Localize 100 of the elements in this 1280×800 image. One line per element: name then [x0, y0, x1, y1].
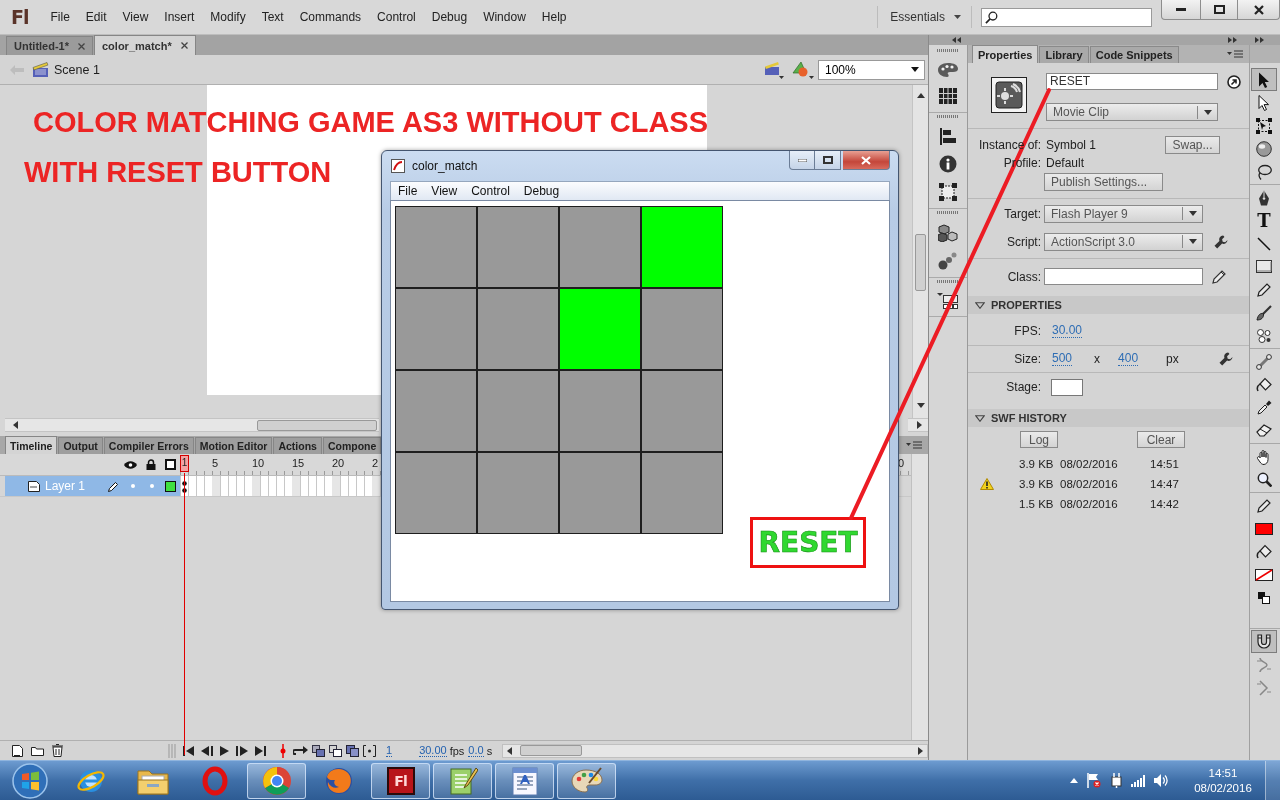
- game-tile[interactable]: [477, 206, 559, 288]
- taskbar-button[interactable]: Fl: [371, 762, 430, 799]
- scroll-down-icon[interactable]: [916, 403, 925, 408]
- menu-item[interactable]: Commands: [291, 10, 370, 24]
- menu-item[interactable]: Insert: [156, 10, 203, 24]
- shapes-icon[interactable]: [792, 60, 814, 79]
- minimize-button[interactable]: [1161, 0, 1201, 20]
- grip-icon[interactable]: [937, 115, 959, 118]
- onion-outline-icon[interactable]: [329, 744, 342, 757]
- game-tile[interactable]: [559, 370, 641, 452]
- clapperboard-icon[interactable]: [764, 60, 784, 79]
- game-tile[interactable]: [641, 206, 723, 288]
- frame-rate[interactable]: 30.00: [419, 744, 447, 757]
- menu-item[interactable]: Control: [369, 10, 424, 24]
- dot-icon[interactable]: [150, 484, 154, 488]
- show-desktop-button[interactable]: [1265, 761, 1280, 800]
- stage-color-swatch[interactable]: [1051, 378, 1083, 396]
- swatches-grid-icon[interactable]: [939, 88, 957, 104]
- speaker-icon[interactable]: [1154, 774, 1169, 787]
- taskbar-button[interactable]: [247, 762, 306, 799]
- scroll-up-icon[interactable]: [916, 93, 925, 98]
- scroll-left-icon[interactable]: [507, 746, 513, 755]
- trash-icon[interactable]: [52, 744, 63, 757]
- game-tile[interactable]: [641, 288, 723, 370]
- text-tool[interactable]: T: [1251, 209, 1277, 232]
- horizontal-scrollbar[interactable]: [908, 418, 928, 432]
- game-tile[interactable]: [477, 452, 559, 534]
- class-field[interactable]: [1044, 268, 1203, 285]
- outline-color-icon[interactable]: [165, 480, 176, 492]
- menu-item[interactable]: Modify: [202, 10, 254, 24]
- panel-menu-icon[interactable]: [906, 441, 922, 449]
- zoom-dropdown[interactable]: 100%: [818, 59, 925, 80]
- collapse-icon[interactable]: [952, 37, 961, 43]
- panel-tab[interactable]: Compone: [322, 437, 382, 454]
- panel-tab[interactable]: Timeline: [5, 436, 58, 454]
- align-icon[interactable]: [940, 128, 956, 145]
- vertical-scrollbar[interactable]: [912, 85, 928, 418]
- script-dropdown[interactable]: ActionScript 3.0: [1044, 232, 1203, 251]
- flag-icon[interactable]: [1087, 773, 1101, 788]
- menu-item[interactable]: File: [42, 10, 78, 24]
- wrench-icon[interactable]: [1218, 352, 1233, 366]
- swap-button[interactable]: Swap...: [1165, 136, 1220, 154]
- scroll-left-icon[interactable]: [13, 421, 18, 429]
- close-button[interactable]: [1238, 0, 1280, 20]
- panel-tab[interactable]: Motion Editor: [194, 437, 273, 454]
- menu-item[interactable]: Window: [475, 10, 534, 24]
- grip-icon[interactable]: [937, 280, 959, 283]
- power-plug-icon[interactable]: [1110, 773, 1122, 788]
- maximize-button[interactable]: [815, 151, 841, 170]
- symbol-type-dropdown[interactable]: Movie Clip: [1046, 103, 1218, 121]
- document-tab[interactable]: Untitled-1*: [6, 36, 93, 55]
- panel-tab[interactable]: Library: [1039, 46, 1089, 63]
- info-icon[interactable]: [939, 155, 957, 173]
- grip-icon[interactable]: [937, 49, 959, 52]
- signal-bars-icon[interactable]: [1131, 774, 1145, 787]
- onion-skin-icon[interactable]: [346, 744, 359, 757]
- expand-icon[interactable]: [1255, 37, 1264, 43]
- game-tile[interactable]: [477, 370, 559, 452]
- onion-skin-icon[interactable]: [312, 744, 325, 757]
- eye-icon[interactable]: [124, 460, 137, 469]
- scroll-thumb[interactable]: [520, 745, 583, 756]
- panel-tab[interactable]: Properties: [972, 45, 1039, 63]
- scroll-right-icon[interactable]: [917, 421, 922, 429]
- menu-item[interactable]: Debug: [423, 10, 476, 24]
- menu-item[interactable]: File: [391, 184, 425, 198]
- fps-value[interactable]: 30.00: [1052, 324, 1083, 338]
- new-folder-icon[interactable]: [31, 745, 44, 756]
- snap-toggle[interactable]: [1251, 630, 1277, 653]
- current-frame[interactable]: 1: [386, 744, 393, 757]
- target-dropdown[interactable]: Flash Player 9: [1044, 204, 1203, 223]
- section-title[interactable]: SWF HISTORY: [991, 412, 1067, 424]
- expand-icon[interactable]: [1228, 37, 1237, 43]
- new-layer-icon[interactable]: [12, 744, 23, 757]
- last-frame-icon[interactable]: [255, 745, 266, 756]
- publish-settings-button[interactable]: Publish Settings...: [1044, 173, 1163, 191]
- edit-markers-icon[interactable]: [363, 744, 376, 757]
- maximize-button[interactable]: [1201, 0, 1238, 20]
- menu-item[interactable]: Help: [533, 10, 575, 24]
- game-tile[interactable]: [641, 452, 723, 534]
- play-icon[interactable]: [220, 745, 229, 756]
- panel-tab[interactable]: Actions: [273, 437, 322, 454]
- scroll-right-icon[interactable]: [918, 746, 923, 755]
- disclosure-triangle-icon[interactable]: [975, 301, 985, 309]
- outline-square-icon[interactable]: [165, 459, 176, 470]
- lock-icon[interactable]: [146, 459, 156, 470]
- selection-tool[interactable]: [1251, 68, 1277, 91]
- game-tile[interactable]: [559, 452, 641, 534]
- circles-icon[interactable]: [938, 252, 958, 270]
- clear-button[interactable]: Clear: [1137, 431, 1185, 448]
- menu-item[interactable]: View: [424, 184, 465, 198]
- panel-tab[interactable]: Output: [58, 437, 103, 454]
- section-title[interactable]: PROPERTIES: [991, 299, 1062, 311]
- menu-item[interactable]: Text: [253, 10, 292, 24]
- menu-item[interactable]: Edit: [77, 10, 115, 24]
- up-triangle-icon[interactable]: [1070, 778, 1078, 783]
- panel-tab[interactable]: Compiler Errors: [103, 437, 194, 454]
- frame-cells[interactable]: [180, 476, 381, 496]
- game-tile[interactable]: [641, 370, 723, 452]
- search-field[interactable]: [981, 7, 1152, 27]
- game-tile[interactable]: [559, 206, 641, 288]
